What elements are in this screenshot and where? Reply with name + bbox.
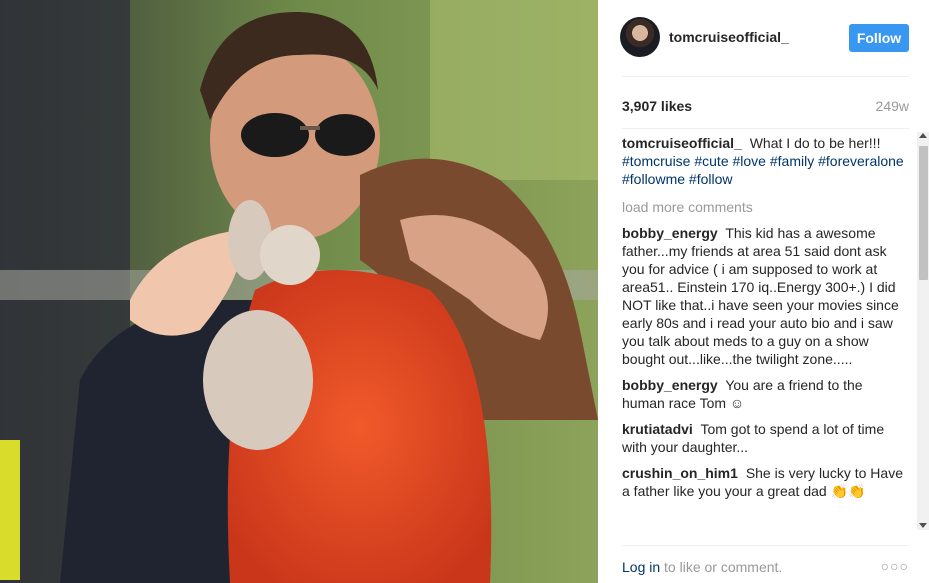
load-more-comments[interactable]: load more comments xyxy=(622,198,907,216)
hashtag[interactable]: #cute xyxy=(694,153,728,169)
caption-text: What I do to be her!!! xyxy=(749,135,881,151)
comment: krutiatadvi Tom got to spend a lot of ti… xyxy=(622,420,907,456)
scroll-down-arrow-icon[interactable] xyxy=(919,523,927,528)
comment-username[interactable]: krutiatadvi xyxy=(622,421,693,437)
hashtag[interactable]: #followme xyxy=(622,171,685,187)
avatar[interactable] xyxy=(620,17,660,57)
comment-text: This kid has a awesome father...my frien… xyxy=(622,225,899,367)
hashtag[interactable]: #foreveralone xyxy=(818,153,904,169)
post-username[interactable]: tomcruiseofficial_ xyxy=(669,29,789,45)
caption: tomcruiseofficial_ What I do to be her!!… xyxy=(622,134,907,188)
login-link[interactable]: Log in xyxy=(622,559,660,575)
likes-count[interactable]: 3,907 likes xyxy=(622,98,692,114)
header-divider xyxy=(622,76,909,77)
comment: bobby_energy This kid has a awesome fath… xyxy=(622,224,907,368)
scrollbar-thumb[interactable] xyxy=(919,146,928,280)
likes-divider xyxy=(622,128,909,129)
comment: bobby_energy You are a friend to the hum… xyxy=(622,376,907,412)
hashtag[interactable]: #follow xyxy=(689,171,733,187)
hashtag[interactable]: #family xyxy=(770,153,814,169)
post-header: tomcruiseofficial_ Follow xyxy=(620,17,909,59)
comment-username[interactable]: crushin_on_him1 xyxy=(622,465,738,481)
hashtag[interactable]: #love xyxy=(733,153,766,169)
login-prompt: Log in to like or comment. xyxy=(622,559,782,575)
login-prompt-text: to like or comment. xyxy=(660,559,783,575)
comments-list: tomcruiseofficial_ What I do to be her!!… xyxy=(622,134,907,530)
follow-button[interactable]: Follow xyxy=(849,24,909,52)
hashtag[interactable]: #tomcruise xyxy=(622,153,690,169)
caption-username[interactable]: tomcruiseofficial_ xyxy=(622,135,742,151)
photo-image xyxy=(0,0,598,583)
footer-divider xyxy=(622,545,909,546)
post-age[interactable]: 249w xyxy=(876,98,909,114)
comment: crushin_on_him1 She is very lucky to Hav… xyxy=(622,464,907,500)
comment-username[interactable]: bobby_energy xyxy=(622,225,718,241)
more-options-icon[interactable]: ○○○ xyxy=(881,558,909,574)
scroll-up-arrow-icon[interactable] xyxy=(919,133,927,138)
post-photo[interactable] xyxy=(0,0,598,583)
comment-username[interactable]: bobby_energy xyxy=(622,377,718,393)
